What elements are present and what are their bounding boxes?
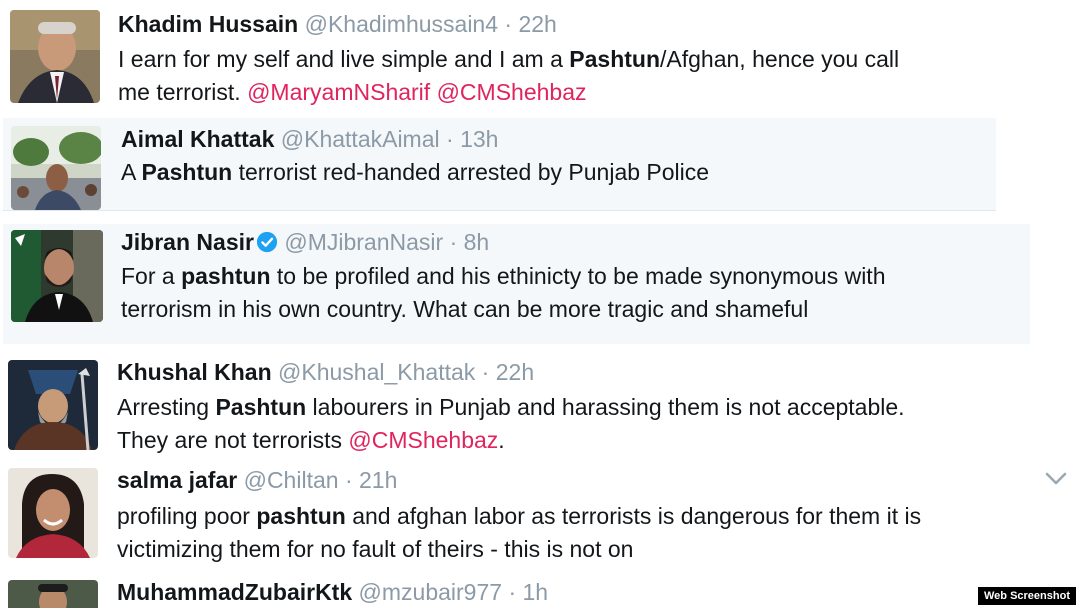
separator-dot: · bbox=[504, 11, 513, 37]
separator-dot: · bbox=[481, 359, 490, 385]
separator-dot: · bbox=[344, 467, 353, 493]
tweet-item[interactable]: Jibran Nasir @MJibranNasir · 8h For a pa… bbox=[3, 224, 1030, 344]
text-segment: and afghan labor as terrorists is danger… bbox=[345, 503, 922, 529]
author-handle[interactable]: @mzubair977 bbox=[359, 579, 503, 605]
avatar[interactable] bbox=[8, 468, 98, 558]
tweet-text: profiling poor pashtun and afghan labor … bbox=[117, 500, 921, 566]
avatar-portrait-image bbox=[8, 360, 98, 450]
text-segment: to be profiled and his ethinicty to be m… bbox=[270, 263, 886, 289]
highlighted-keyword: pashtun bbox=[181, 263, 271, 289]
text-segment: A bbox=[121, 159, 142, 185]
divider bbox=[3, 210, 996, 211]
tweet-feed: Khadim Hussain @Khadimhussain4 · 22h I e… bbox=[0, 0, 1080, 608]
avatar-portrait-image bbox=[10, 10, 100, 103]
highlighted-keyword: pashtun bbox=[256, 503, 346, 529]
tweet-text-line: For a pashtun to be profiled and his eth… bbox=[121, 260, 886, 293]
tweet-text-line: profiling poor pashtun and afghan labor … bbox=[117, 500, 921, 533]
chevron-down-icon[interactable] bbox=[1044, 468, 1068, 488]
author-handle[interactable]: @Khushal_Khattak bbox=[278, 359, 475, 385]
text-segment: They are not terrorists bbox=[117, 427, 349, 453]
author-handle[interactable]: @Chiltan bbox=[244, 467, 339, 493]
mention-link[interactable]: @CMShehbaz bbox=[348, 427, 498, 453]
text-segment: Arresting bbox=[117, 394, 216, 420]
avatar[interactable] bbox=[11, 126, 101, 210]
text-segment: . bbox=[498, 427, 505, 453]
tweet-item[interactable]: MuhammadZubairKtk @mzubair977 · 1h bbox=[0, 572, 1080, 608]
author-handle[interactable]: @MJibranNasir bbox=[284, 229, 443, 255]
highlighted-keyword: Pashtun bbox=[569, 46, 660, 72]
tweet-text-line: I earn for my self and live simple and I… bbox=[118, 43, 899, 76]
tweet-text-line: me terrorist. @MaryamNSharif @CMShehbaz bbox=[118, 76, 899, 109]
tweet-text: A Pashtun terrorist red-handed arrested … bbox=[121, 156, 709, 189]
text-segment: /Afghan, hence you call bbox=[660, 46, 900, 72]
text-segment: labourers in Punjab and harassing them i… bbox=[306, 394, 905, 420]
avatar-portrait-image bbox=[8, 580, 98, 608]
author-name[interactable]: Khadim Hussain bbox=[118, 11, 298, 37]
author-name[interactable]: Jibran Nasir bbox=[121, 229, 254, 255]
tweet-timestamp[interactable]: 8h bbox=[464, 229, 490, 255]
separator-dot: · bbox=[449, 229, 458, 255]
highlighted-keyword: Pashtun bbox=[141, 159, 233, 185]
tweet-item[interactable]: Khadim Hussain @Khadimhussain4 · 22h I e… bbox=[0, 0, 1080, 118]
tweet-text: Arresting Pashtun labourers in Punjab an… bbox=[117, 391, 905, 457]
tweet-text-line: They are not terrorists @CMShehbaz. bbox=[117, 424, 905, 457]
highlighted-keyword: Pashtun bbox=[215, 394, 307, 420]
tweet-item[interactable]: salma jafar @Chiltan · 21h profiling poo… bbox=[0, 460, 1080, 572]
tweet-timestamp[interactable]: 13h bbox=[460, 126, 498, 152]
tweet-text-line: terrorism in his own country. What can b… bbox=[121, 293, 886, 326]
watermark-label: Web Screenshot bbox=[978, 587, 1076, 605]
separator-dot: · bbox=[446, 126, 454, 152]
tweet-text-line: victimizing them for no fault of theirs … bbox=[117, 533, 921, 566]
mention-link[interactable]: @MaryamNSharif bbox=[247, 79, 430, 105]
author-name[interactable]: Aimal Khattak bbox=[121, 126, 274, 152]
author-handle[interactable]: @Khadimhussain4 bbox=[305, 11, 498, 37]
text-segment: me terrorist. bbox=[118, 79, 248, 105]
tweet-text-line: A Pashtun terrorist red-handed arrested … bbox=[121, 156, 709, 189]
text-segment: terrorist red-handed arrested by Punjab … bbox=[232, 159, 710, 185]
tweet-timestamp[interactable]: 1h bbox=[523, 579, 549, 605]
text-segment: For a bbox=[121, 263, 182, 289]
tweet-timestamp[interactable]: 21h bbox=[359, 467, 397, 493]
separator-dot: · bbox=[508, 579, 517, 605]
author-name[interactable]: Khushal Khan bbox=[117, 359, 272, 385]
avatar[interactable] bbox=[8, 360, 98, 450]
avatar[interactable] bbox=[10, 10, 100, 103]
avatar[interactable] bbox=[11, 230, 103, 322]
avatar-portrait-image bbox=[11, 230, 103, 322]
verified-badge-icon bbox=[256, 231, 278, 253]
avatar-portrait-image bbox=[11, 126, 101, 210]
text-segment: terrorism in his own country. What can b… bbox=[121, 296, 809, 322]
tweet-timestamp[interactable]: 22h bbox=[496, 359, 534, 385]
author-name[interactable]: salma jafar bbox=[117, 467, 237, 493]
avatar-portrait-image bbox=[8, 468, 98, 558]
tweet-text: For a pashtun to be profiled and his eth… bbox=[121, 260, 886, 326]
author-name[interactable]: MuhammadZubairKtk bbox=[117, 579, 352, 605]
mention-link[interactable]: @CMShehbaz bbox=[437, 79, 587, 105]
text-segment: I earn for my self and live simple and I… bbox=[118, 46, 570, 72]
tweet-text: I earn for my self and live simple and I… bbox=[118, 43, 899, 109]
tweet-timestamp[interactable]: 22h bbox=[518, 11, 556, 37]
author-handle[interactable]: @KhattakAimal bbox=[281, 126, 440, 152]
text-segment: profiling poor bbox=[117, 503, 257, 529]
text-segment: victimizing them for no fault of theirs … bbox=[117, 536, 634, 562]
avatar[interactable] bbox=[8, 580, 98, 608]
tweet-item[interactable]: Aimal Khattak @KhattakAimal · 13h A Pash… bbox=[3, 118, 996, 210]
tweet-text-line: Arresting Pashtun labourers in Punjab an… bbox=[117, 391, 905, 424]
tweet-item[interactable]: Khushal Khan @Khushal_Khattak · 22h Arre… bbox=[0, 350, 1080, 462]
